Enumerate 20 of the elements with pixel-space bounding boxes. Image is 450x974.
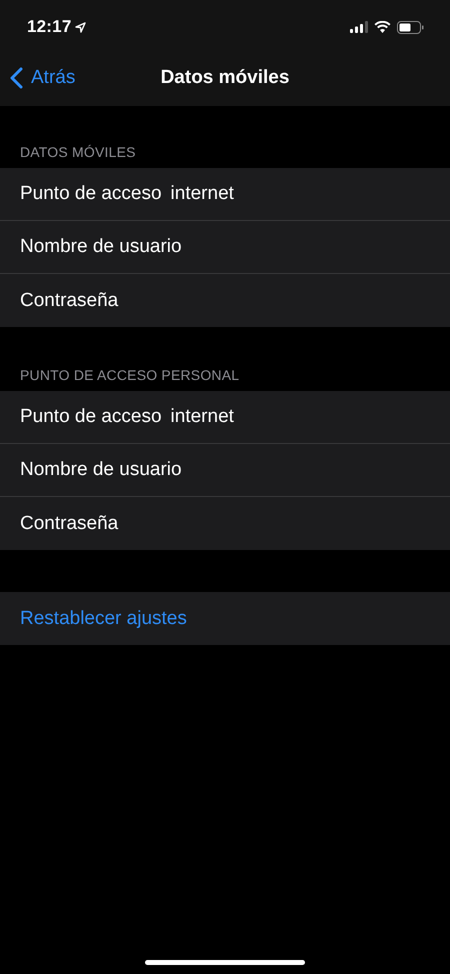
section-header: DATOS MÓVILES [19, 144, 137, 162]
location-arrow-icon [75, 22, 86, 32]
wifi-icon [374, 21, 391, 33]
status-time: 12:17 [27, 17, 72, 37]
nav-title: Datos móviles [160, 67, 290, 89]
input-field[interactable]: internet [170, 179, 450, 209]
back-chevron-icon [10, 67, 23, 89]
signal-icon [350, 21, 368, 33]
field-label: Nombre de usuario [20, 236, 182, 258]
section-header: PUNTO DE ACCESO PERSONAL [19, 367, 240, 385]
input-field[interactable]: internet [170, 402, 450, 432]
field-label: Punto de acceso [20, 183, 162, 205]
field-label: Nombre de usuario [20, 459, 182, 481]
field-label: Contraseña [20, 512, 118, 534]
back-button[interactable]: Atrás [0, 67, 76, 89]
field-label: Punto de acceso [20, 406, 162, 428]
battery-icon [397, 20, 424, 34]
field-label: Contraseña [20, 290, 118, 312]
reset-settings-link[interactable]: Restablecer ajustes [20, 608, 187, 630]
home-indicator[interactable] [145, 960, 305, 965]
